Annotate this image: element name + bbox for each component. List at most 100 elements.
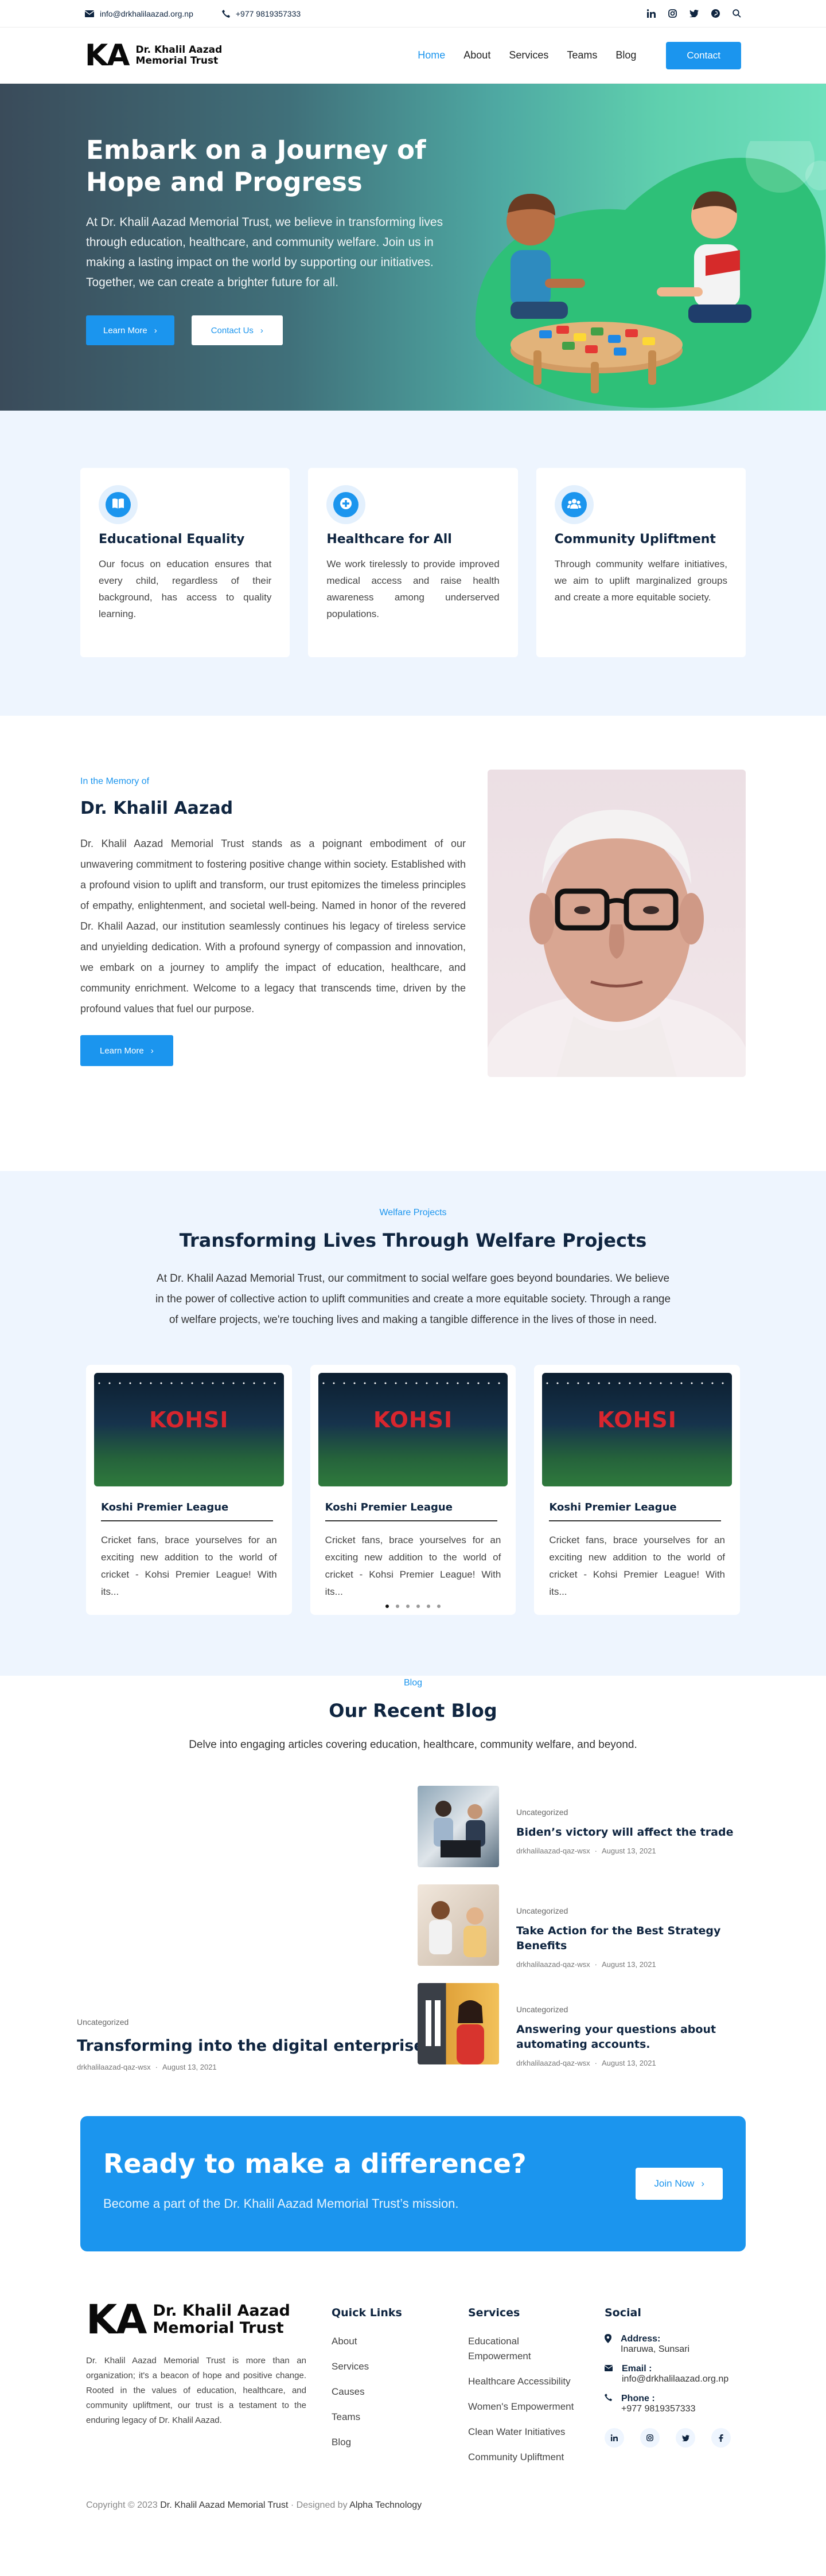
hero-section: Embark on a Journey of Hope and Progress…	[0, 84, 826, 411]
post-title[interactable]: Biden’s victory will affect the trade	[516, 1825, 733, 1840]
footer-email-link[interactable]: info@drkhalilaazad.org.np	[622, 2374, 728, 2384]
footer-link-blog[interactable]: Blog	[332, 2435, 402, 2450]
site-logo[interactable]: KA Dr. Khalil Aazad Memorial Trust	[85, 41, 222, 71]
nav-home[interactable]: Home	[418, 49, 445, 61]
footer-phone: Phone : +977 9819357333	[605, 2394, 754, 2414]
featured-post[interactable]: Uncategorized Transforming into the digi…	[77, 2017, 424, 2071]
footer-service-link[interactable]: Educational Empowerment	[468, 2334, 583, 2364]
project-title[interactable]: Koshi Premier League	[549, 1501, 722, 1521]
post-author[interactable]: drkhalilaazad-qaz-wsx	[516, 1847, 590, 1855]
blog-post[interactable]: Uncategorized Take Action for the Best S…	[418, 1884, 739, 1983]
footer-email: Email : info@drkhalilaazad.org.np	[604, 2364, 754, 2384]
nav-blog[interactable]: Blog	[615, 49, 636, 61]
linkedin-icon[interactable]	[647, 9, 656, 18]
join-now-button[interactable]: Join Now ›	[636, 2168, 723, 2200]
linkedin-icon[interactable]	[605, 2428, 624, 2448]
footer-service-link[interactable]: Community Upliftment	[468, 2450, 583, 2465]
footer-service-link[interactable]: Women's Empowerment	[468, 2399, 583, 2414]
copyright-link[interactable]: Dr. Khalil Aazad Memorial Trust	[160, 2500, 288, 2510]
project-title[interactable]: Koshi Premier League	[101, 1501, 273, 1521]
email-label: Email :	[622, 2364, 652, 2374]
welfare-section: Welfare Projects Transforming Lives Thro…	[0, 1171, 826, 1676]
logo-line2: Memorial Trust	[153, 2319, 284, 2337]
carousel-dot[interactable]	[406, 1605, 410, 1608]
nav-services[interactable]: Services	[509, 49, 548, 61]
project-title[interactable]: Koshi Premier League	[325, 1501, 497, 1521]
post-thumbnail[interactable]	[418, 1983, 499, 2064]
project-card[interactable]: KOHSI Koshi Premier League Cricket fans,…	[310, 1365, 516, 1615]
post-thumbnail[interactable]	[418, 1786, 499, 1867]
post-date: August 13, 2021	[601, 1847, 656, 1855]
footer-link-causes[interactable]: Causes	[332, 2384, 402, 2399]
post-title[interactable]: Take Action for the Best Strategy Benefi…	[516, 1923, 739, 1953]
nav-about[interactable]: About	[463, 49, 490, 61]
footer-services: Services Educational Empowerment Healthc…	[468, 2306, 583, 2475]
memory-learn-more-button[interactable]: Learn More ›	[80, 1035, 173, 1066]
footer-service-link[interactable]: Healthcare Accessibility	[468, 2374, 583, 2389]
topbar-email-link[interactable]: info@drkhalilaazad.org.np	[100, 9, 193, 18]
post-author[interactable]: drkhalilaazad-qaz-wsx	[516, 1960, 590, 1969]
footer-link-services[interactable]: Services	[332, 2359, 402, 2374]
topbar-phone-link[interactable]: +977 9819357333	[236, 9, 301, 18]
footer-social: Social Address: Inaruwa, Sunsari Email :i…	[604, 2306, 754, 2448]
carousel-dot[interactable]	[437, 1605, 441, 1608]
hero-contact-us-button[interactable]: Contact Us ›	[191, 315, 283, 345]
project-card[interactable]: KOHSI Koshi Premier League Cricket fans,…	[534, 1365, 741, 1615]
instagram-icon[interactable]	[640, 2428, 660, 2448]
feature-text: Our focus on education ensures that ever…	[99, 559, 272, 619]
post-thumbnail[interactable]	[418, 1884, 499, 1966]
blog-post[interactable]: Uncategorized Biden’s victory will affec…	[418, 1786, 739, 1884]
footer-link-teams[interactable]: Teams	[332, 2410, 402, 2425]
twitter-icon[interactable]	[689, 10, 699, 17]
site-footer: KA Dr. Khalil Aazad Memorial Trust Dr. Kh…	[0, 2251, 826, 2529]
footer-service-link[interactable]: Clean Water Initiatives	[468, 2425, 583, 2440]
welfare-intro: At Dr. Khalil Aazad Memorial Trust, our …	[155, 1273, 671, 1326]
blog-post[interactable]: Uncategorized Answering your questions a…	[418, 1983, 739, 2082]
logo-mark: KA	[86, 2296, 147, 2343]
post-title[interactable]: Answering your questions about automatin…	[516, 2022, 739, 2052]
mail-icon	[604, 2364, 613, 2384]
blog-eyebrow: Blog	[403, 1678, 423, 1688]
designer-link[interactable]: Alpha Technology	[349, 2500, 422, 2510]
post-author[interactable]: drkhalilaazad-qaz-wsx	[516, 2059, 590, 2067]
hero-learn-more-button[interactable]: Learn More ›	[86, 315, 174, 345]
nav-teams[interactable]: Teams	[567, 49, 597, 61]
logo-line2: Memorial Trust	[135, 54, 219, 67]
project-thumbnail: KOHSI	[542, 1373, 733, 1486]
chevron-right-icon: ›	[260, 325, 263, 335]
twitter-icon[interactable]	[676, 2428, 695, 2448]
copyright-prefix: Copyright © 2023	[86, 2500, 158, 2510]
pinterest-icon[interactable]	[711, 9, 720, 18]
footer-services-title: Services	[468, 2306, 520, 2319]
footer-phone-link[interactable]: +977 9819357333	[621, 2404, 695, 2414]
footer-link-about[interactable]: About	[332, 2334, 402, 2349]
post-category[interactable]: Uncategorized	[516, 2005, 739, 2014]
features-section: Educational Equality Our focus on educat…	[0, 411, 826, 716]
hero-title: Embark on a Journey of Hope and Progress	[86, 135, 426, 197]
post-category[interactable]: Uncategorized	[516, 1906, 739, 1915]
footer-social-title: Social	[605, 2306, 641, 2319]
footer-logo[interactable]: KA Dr. Khalil Aazad Memorial Trust	[86, 2300, 306, 2340]
post-category[interactable]: Uncategorized	[516, 1808, 733, 1817]
instagram-icon[interactable]	[668, 9, 677, 18]
post-title[interactable]: Transforming into the digital enterprise	[77, 2037, 424, 2055]
post-author[interactable]: drkhalilaazad-qaz-wsx	[77, 2063, 151, 2071]
post-category[interactable]: Uncategorized	[77, 2017, 424, 2027]
carousel-dots	[0, 1605, 826, 1608]
feature-title: Community Upliftment	[554, 532, 716, 547]
carousel-dot[interactable]	[416, 1605, 420, 1608]
feature-card-community: Community Upliftment Through community w…	[536, 468, 746, 657]
search-icon[interactable]	[733, 9, 741, 18]
contact-button[interactable]: Contact	[666, 41, 741, 69]
address-value: Inaruwa, Sunsari	[621, 2344, 690, 2354]
facebook-icon[interactable]	[711, 2428, 731, 2448]
cta-title: Ready to make a difference?	[103, 2148, 527, 2179]
feature-card-education: Educational Equality Our focus on educat…	[80, 468, 290, 657]
project-thumbnail-text: KOHSI	[373, 1407, 453, 1433]
project-card[interactable]: KOHSI Koshi Premier League Cricket fans,…	[86, 1365, 292, 1615]
carousel-dot[interactable]	[427, 1605, 430, 1608]
carousel-dot[interactable]	[396, 1605, 399, 1608]
logo-text: Dr. Khalil Aazad Memorial Trust	[135, 44, 223, 67]
book-icon	[112, 498, 124, 512]
carousel-dot[interactable]	[385, 1605, 389, 1608]
